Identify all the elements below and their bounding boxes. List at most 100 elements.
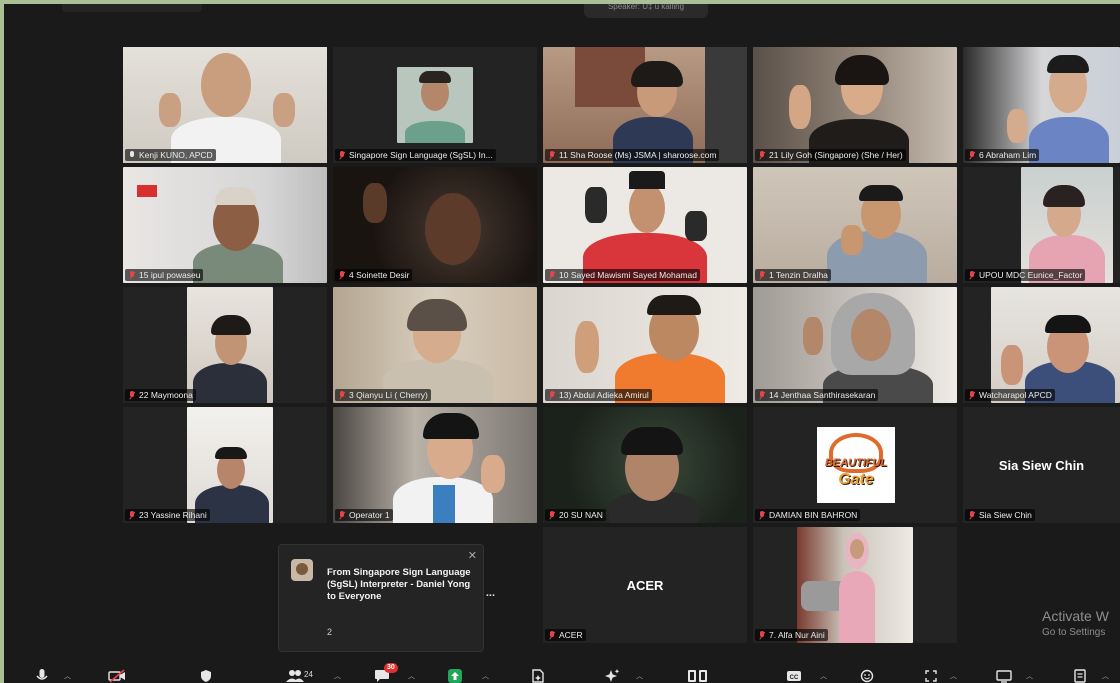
participant-video (797, 527, 913, 643)
participant-tile[interactable]: Watcharapol APCD (963, 287, 1120, 403)
participant-name-label: 4 Soinette Desir (335, 269, 413, 281)
participant-name-label: Kenji KUNO, APCD (125, 149, 216, 161)
participant-video (397, 67, 473, 143)
participant-name-label: Singapore Sign Language (SgSL) In... (335, 149, 496, 161)
participant-tile[interactable]: 1 Tenzin Dralha (753, 167, 957, 283)
mic-muted-icon (758, 151, 766, 159)
participant-tile[interactable]: 3 Qianyu Li ( Cherry) (333, 287, 537, 403)
chevron-up-icon[interactable]: ︿ (482, 671, 489, 681)
chat-sender: From Singapore Sign Language (SgSL) Inte… (327, 567, 471, 602)
participant-tile[interactable]: BEAUTIFUL Gate DAMIAN BIN BAHRON (753, 407, 957, 523)
mute-button[interactable]: ︿ (36, 669, 72, 683)
participant-name-label: Operator 1 (335, 509, 393, 521)
participant-video (753, 167, 957, 283)
participant-tile[interactable]: ACER ACER (543, 527, 747, 643)
participant-tile[interactable]: 11 Sha Roose (Ms) JSMA | sharoose.com (543, 47, 747, 163)
mic-muted-icon (338, 151, 346, 159)
participant-name-label: 11 Sha Roose (Ms) JSMA | sharoose.com (545, 149, 720, 161)
svg-text:CC: CC (790, 675, 799, 681)
more-button[interactable]: ︿ (924, 669, 968, 683)
mic-muted-icon (338, 511, 346, 519)
apps-button[interactable] (688, 669, 710, 683)
participant-video (753, 47, 957, 163)
reactions-button[interactable] (860, 669, 876, 683)
more-icon (925, 670, 937, 682)
notes-icon (1074, 669, 1086, 683)
participant-tile[interactable]: Sia Siew Chin Sia Siew Chin (963, 407, 1120, 523)
chat-notification-toast[interactable]: From Singapore Sign Language (SgSL) Inte… (278, 544, 495, 652)
chat-message: 2 (327, 627, 333, 637)
mic-muted-icon (548, 391, 556, 399)
participant-tile[interactable]: 15 ipul powaseu (123, 167, 327, 283)
participant-display-name: ACER (626, 577, 664, 593)
participant-video (123, 47, 327, 163)
mic-muted-icon (338, 391, 346, 399)
mic-muted-icon (128, 271, 136, 279)
mic-muted-icon (968, 271, 976, 279)
view-button[interactable]: ︿ (996, 669, 1040, 683)
chevron-up-icon[interactable]: ︿ (408, 671, 415, 681)
captions-icon: CC (787, 671, 801, 681)
apps-icon (688, 670, 707, 682)
mic-muted-icon (968, 391, 976, 399)
participant-tile[interactable]: 6 Abraham Lim (963, 47, 1120, 163)
participant-name-label: Sia Siew Chin (965, 509, 1035, 521)
captions-button[interactable]: CC ︿ (786, 669, 830, 683)
participant-video (333, 287, 537, 403)
participant-tile[interactable]: 23 Yassine Rihani (123, 407, 327, 523)
participant-video (991, 287, 1120, 403)
top-bar: Speaker: Ù‡ ü kalling (4, 4, 1120, 22)
mic-muted-icon (758, 631, 766, 639)
chat-button[interactable]: 30 ︿ (374, 663, 420, 683)
participant-name-label: 6 Abraham Lim (965, 149, 1040, 161)
participant-tile[interactable]: 7. Alfa Nur Aini (753, 527, 957, 643)
participant-name-label: 7. Alfa Nur Aini (755, 629, 828, 641)
summary-icon (532, 669, 544, 683)
mic-muted-icon (128, 391, 136, 399)
participant-name-label: Watcharapol APCD (965, 389, 1055, 401)
participant-name-label: 21 Lily Goh (Singapore) (She / Her) (755, 149, 906, 161)
video-button[interactable] (108, 669, 134, 683)
chevron-up-icon[interactable]: ︿ (64, 671, 71, 681)
participant-video (543, 287, 747, 403)
participant-name-label: 3 Qianyu Li ( Cherry) (335, 389, 431, 401)
participant-tile[interactable]: 20 SU NAN (543, 407, 747, 523)
notes-button[interactable]: ︿ (1074, 669, 1118, 683)
participant-video (123, 167, 327, 283)
chevron-up-icon[interactable]: ︿ (334, 671, 341, 681)
chevron-up-icon[interactable]: ︿ (950, 671, 957, 681)
participant-video (963, 47, 1120, 163)
chevron-up-icon[interactable]: ︿ (1026, 671, 1033, 681)
share-screen-button[interactable]: ︿ (448, 669, 492, 683)
mic-muted-icon (548, 151, 556, 159)
share-icon (448, 669, 462, 683)
ai-companion-icon (605, 669, 620, 682)
participant-name-label: UPOU MDC Eunice_Factor (965, 269, 1086, 281)
participant-name-label: 10 Sayed Mawismi Sayed Mohamad (545, 269, 700, 281)
chevron-up-icon[interactable]: ︿ (1102, 671, 1109, 681)
participant-tile[interactable]: Operator 1 (333, 407, 537, 523)
meeting-info-chip[interactable] (62, 4, 202, 12)
mic-muted-icon (548, 631, 556, 639)
participant-tile[interactable]: 10 Sayed Mawismi Sayed Mohamad (543, 167, 747, 283)
participant-tile[interactable]: 13) Abdul Adieka Amirul (543, 287, 747, 403)
ai-companion-button[interactable]: ︿ (604, 669, 648, 683)
participant-name-label: 23 Yassine Rihani (125, 509, 210, 521)
security-button[interactable] (200, 669, 216, 683)
participant-tile[interactable]: UPOU MDC Eunice_Factor (963, 167, 1120, 283)
chevron-up-icon[interactable]: ︿ (820, 671, 827, 681)
summary-button[interactable] (532, 669, 548, 683)
participant-tile[interactable]: 22 Maymoona (123, 287, 327, 403)
chevron-up-icon[interactable]: ︿ (636, 671, 643, 681)
mic-muted-icon (758, 391, 766, 399)
participant-tile[interactable]: Kenji KUNO, APCD (123, 47, 327, 163)
participant-tile[interactable]: 4 Soinette Desir (333, 167, 537, 283)
participants-button[interactable]: 24 ︿ (286, 669, 346, 683)
participant-tile[interactable]: Singapore Sign Language (SgSL) In... (333, 47, 537, 163)
video-off-icon (108, 669, 125, 683)
participant-name-label: 20 SU NAN (545, 509, 606, 521)
participant-tile[interactable]: 21 Lily Goh (Singapore) (She / Her) (753, 47, 957, 163)
participant-tile[interactable]: 14 Jenthaa Santhirasekaran (753, 287, 957, 403)
participant-video (543, 167, 747, 283)
close-icon[interactable]: ✕ (468, 549, 477, 562)
